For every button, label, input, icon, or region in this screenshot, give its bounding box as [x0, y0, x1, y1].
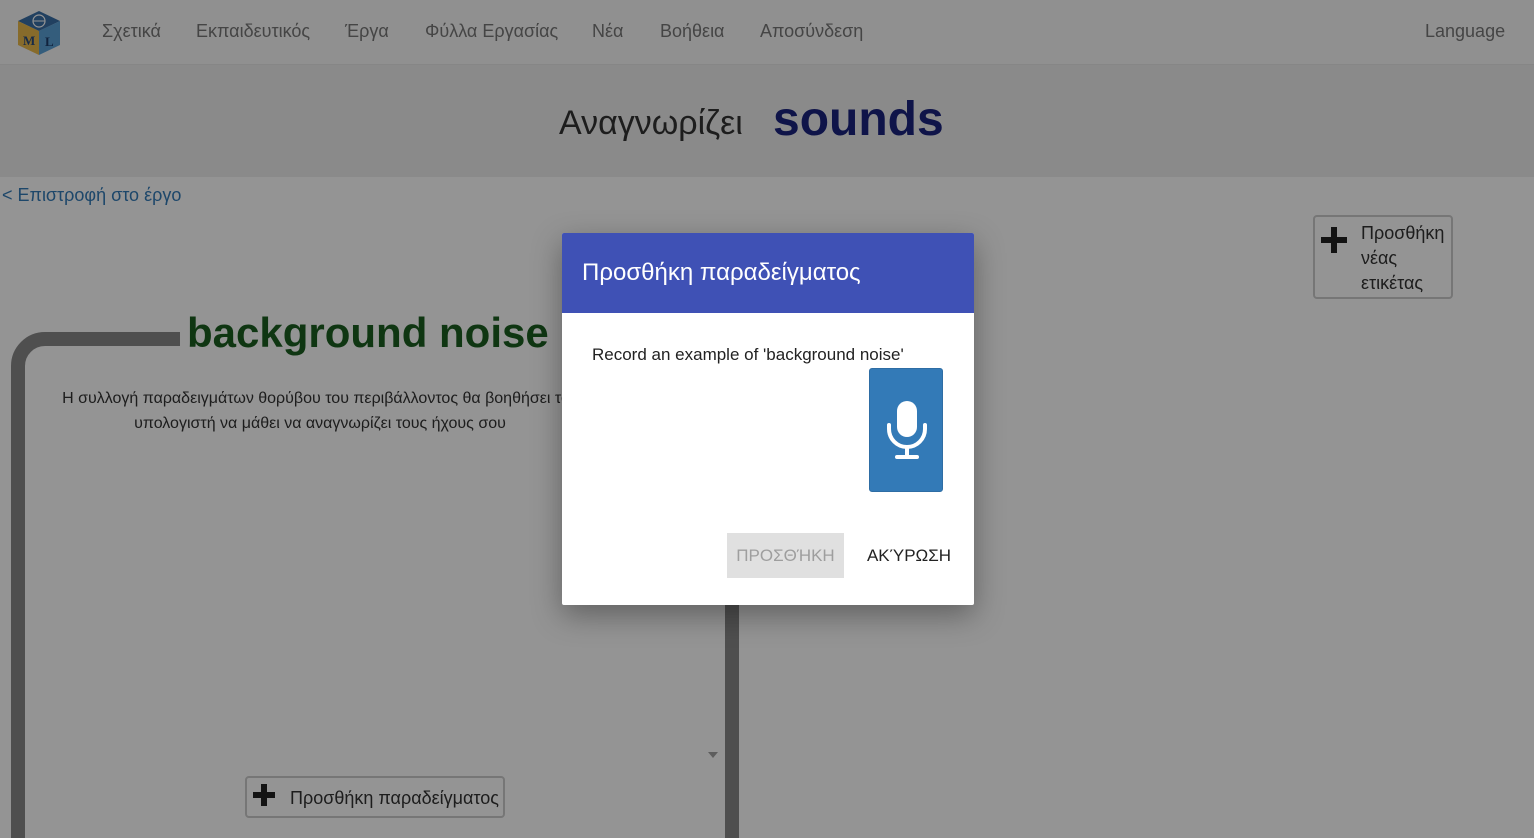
- dialog-cancel-button[interactable]: ΑΚΎΡΩΣΗ: [856, 533, 962, 578]
- microphone-icon: [887, 401, 927, 459]
- dialog-prompt: Record an example of 'background noise': [592, 345, 904, 364]
- dialog-header: Προσθήκη παραδείγματος: [562, 233, 974, 313]
- add-example-dialog: Προσθήκη παραδείγματος Record an example…: [562, 233, 974, 605]
- app-root: M L Σχετικά Εκπαιδευτικός Έργα Φύλλα Εργ…: [0, 0, 1534, 838]
- dialog-add-button[interactable]: ΠΡΟΣΘΉΚΗ: [727, 533, 844, 578]
- record-microphone-button[interactable]: [869, 368, 943, 492]
- dialog-title: Προσθήκη παραδείγματος: [582, 259, 861, 286]
